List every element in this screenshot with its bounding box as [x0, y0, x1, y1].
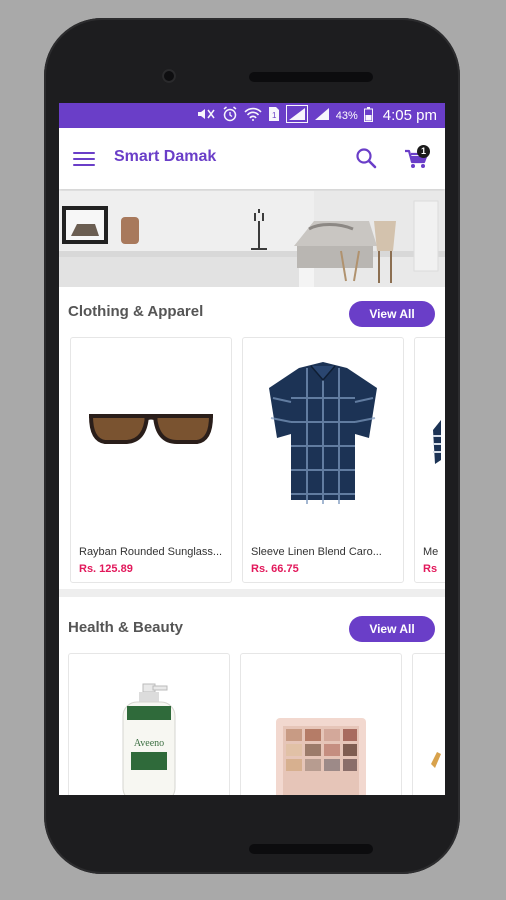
front-camera	[162, 69, 176, 83]
cart-badge: 1	[417, 145, 430, 158]
bottom-speaker	[249, 844, 373, 854]
eyeshadow-palette-image	[276, 718, 366, 795]
product-image	[431, 752, 441, 768]
product-price: Rs	[423, 563, 438, 575]
product-card[interactable]: Aveeno	[68, 653, 230, 795]
sunglasses-image	[88, 414, 214, 444]
shirt-image	[269, 362, 377, 504]
view-all-button[interactable]: View All	[349, 301, 435, 327]
section-divider	[59, 589, 445, 597]
product-card[interactable]	[240, 653, 402, 795]
section-clothing-apparel: Clothing & Apparel View All Rayban Round…	[59, 287, 445, 589]
cart-button[interactable]: 1	[403, 145, 431, 171]
signal-icon	[314, 107, 330, 124]
product-price: Rs. 125.89	[79, 563, 133, 575]
alarm-icon	[222, 106, 238, 125]
svg-text:1: 1	[272, 111, 277, 120]
product-price: Rs. 66.75	[251, 563, 299, 575]
product-card[interactable]: Sleeve Linen Blend Caro... Rs. 66.75	[242, 337, 404, 583]
product-name: Sleeve Linen Blend Caro...	[251, 546, 382, 558]
menu-icon[interactable]	[73, 152, 95, 166]
status-time: 4:05 pm	[382, 107, 437, 124]
section-health-beauty: Health & Beauty View All Aveeno	[59, 597, 445, 795]
product-name: Me	[423, 546, 439, 558]
product-card[interactable]	[412, 653, 445, 795]
banner-image	[59, 191, 445, 287]
lotion-image: Aveeno	[122, 683, 176, 795]
status-bar: 1 43% 4:05 pm	[59, 103, 445, 128]
app-bar: Smart Damak 1	[59, 128, 445, 189]
product-card[interactable]: Rayban Rounded Sunglass... Rs. 125.89	[70, 337, 232, 583]
product-image	[433, 420, 441, 464]
view-all-button[interactable]: View All	[349, 616, 435, 642]
app-title: Smart Damak	[114, 148, 217, 165]
wifi-icon	[244, 107, 262, 124]
search-icon[interactable]	[355, 147, 377, 169]
section-title: Health & Beauty	[68, 619, 184, 636]
product-name: Rayban Rounded Sunglass...	[79, 546, 223, 558]
promo-banner[interactable]	[59, 191, 445, 287]
section-title: Clothing & Apparel	[68, 303, 204, 320]
product-card[interactable]: Me Rs	[414, 337, 445, 583]
svg-text:Aveeno: Aveeno	[134, 738, 164, 749]
mute-icon	[196, 107, 216, 124]
signal-icon	[285, 105, 308, 126]
top-speaker	[249, 72, 373, 82]
sim-icon: 1	[268, 106, 280, 125]
battery-percent: 43%	[335, 109, 358, 122]
battery-icon	[363, 106, 373, 125]
app-screen: 1 43% 4:05 pm Smart Damak 1 Clothing & A…	[59, 103, 445, 795]
